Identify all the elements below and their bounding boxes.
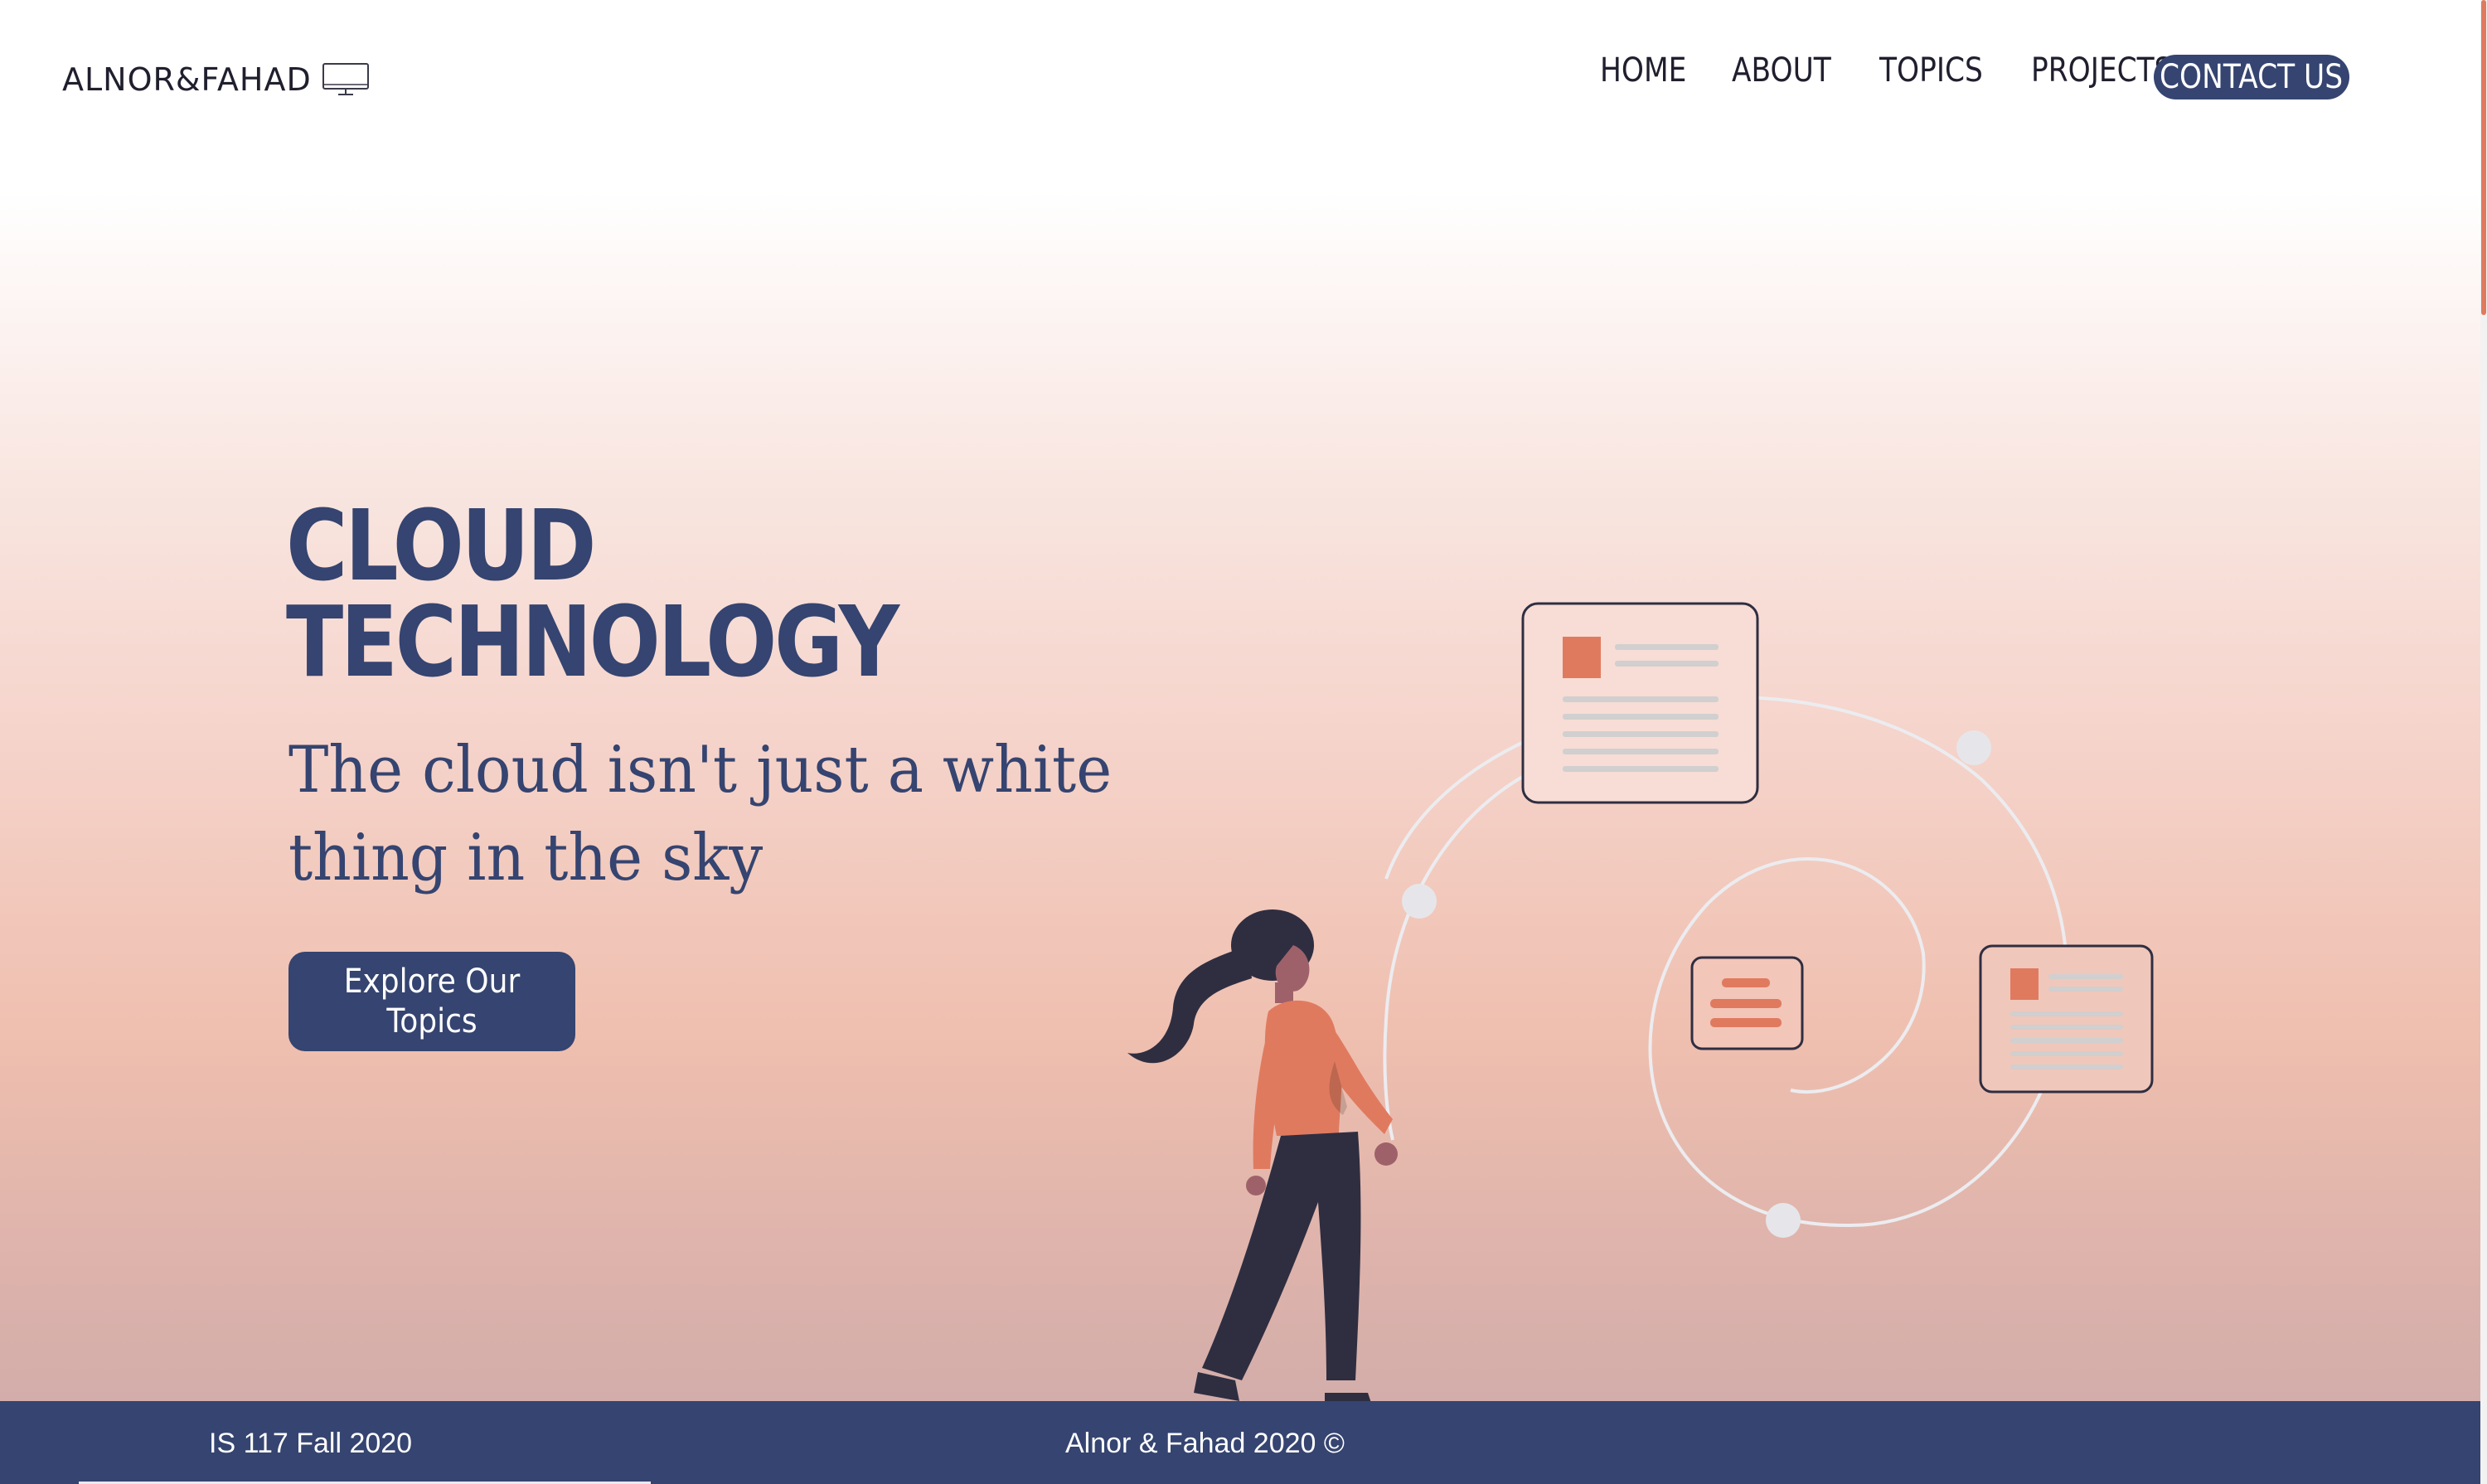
- left-orbit: [1383, 774, 1526, 1141]
- document-card-small: [1690, 956, 1804, 1050]
- nav-projects[interactable]: PROJECTS: [2031, 51, 2172, 90]
- nav-contact-button[interactable]: CONTACT US: [2154, 55, 2349, 99]
- cloud-illustration: [1127, 602, 2154, 1405]
- woman-figure: [1127, 909, 1398, 1405]
- explore-topics-button[interactable]: Explore Our Topics: [288, 952, 575, 1051]
- explore-topics-label: Explore Our Topics: [343, 963, 521, 1040]
- nav-home[interactable]: HOME: [1600, 51, 1686, 90]
- document-card-large: [1521, 602, 1759, 804]
- orbit-dot-bottom: [1766, 1203, 1801, 1238]
- scrollbar-thumb[interactable]: [2481, 0, 2486, 315]
- main-nav: HOME ABOUT TOPICS PROJECTS: [1600, 51, 2227, 90]
- page-scrollbar[interactable]: [2480, 0, 2487, 1484]
- hero-title-line2: TECHNOLOGY: [286, 584, 899, 699]
- orbit-dot-top: [1956, 730, 1991, 765]
- monitor-icon: [322, 63, 369, 95]
- document-card-right: [1979, 944, 2154, 1094]
- nav-topics[interactable]: TOPICS: [1879, 51, 1983, 90]
- footer-course-text: IS 117 Fall 2020: [209, 1428, 413, 1459]
- footer-copyright: Alnor & Fahad 2020 ©: [1065, 1428, 1345, 1459]
- hero-title: CLOUD TECHNOLOGY: [286, 497, 899, 691]
- page-background: ALNOR&FAHAD HOME ABOUT TOPICS PROJECTS C…: [0, 0, 2480, 1484]
- orbit-dot-left: [1402, 884, 1437, 919]
- site-footer: IS 117 Fall 2020 Alnor & Fahad 2020 ©: [0, 1401, 2480, 1484]
- site-logo[interactable]: ALNOR&FAHAD: [62, 61, 370, 98]
- logo-text: ALNOR&FAHAD: [62, 61, 312, 98]
- hero-subtitle: The cloud isn't just a white thing in th…: [288, 733, 1113, 895]
- nav-contact-label: CONTACT US: [2160, 58, 2344, 96]
- nav-about[interactable]: ABOUT: [1732, 51, 1831, 90]
